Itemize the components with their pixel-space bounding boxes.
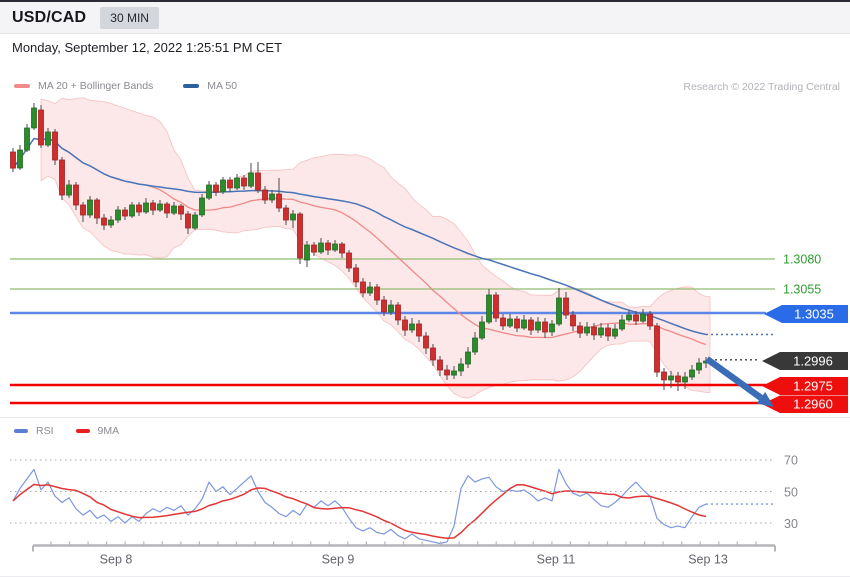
rsi-panel xyxy=(12,468,707,545)
last-price-badge-label: 1.2996 xyxy=(793,354,833,369)
support-badge-label-1-2975: 1.2975 xyxy=(793,379,833,394)
bearish-trend-arrow xyxy=(705,356,774,407)
rsi-axis-30: 30 xyxy=(784,517,798,531)
bollinger-band-area xyxy=(40,97,711,399)
pivot-badge-label: 1.3035 xyxy=(794,307,834,322)
resistance-label-1-3080: 1.3080 xyxy=(783,253,821,267)
x-label-sep8: Sep 8 xyxy=(100,553,133,567)
time-axis xyxy=(32,541,776,552)
resistance-label-1-3055: 1.3055 xyxy=(783,283,821,297)
x-label-sep9: Sep 9 xyxy=(322,553,355,567)
support-badge-label-1-2960: 1.2960 xyxy=(793,397,833,412)
x-label-sep11: Sep 11 xyxy=(537,553,576,567)
x-label-sep13: Sep 13 xyxy=(688,553,728,567)
candlestick-chart-canvas: 1.3080 1.3055 1.3035 1.2996 1.2975 1.296… xyxy=(0,97,850,567)
rsi-axis-50: 50 xyxy=(784,486,798,500)
dotted-projections xyxy=(706,333,775,361)
trading-central-chart-page: USD/CAD 30 MIN Monday, September 12, 202… xyxy=(0,0,850,577)
rsi-axis-70: 70 xyxy=(784,454,798,468)
